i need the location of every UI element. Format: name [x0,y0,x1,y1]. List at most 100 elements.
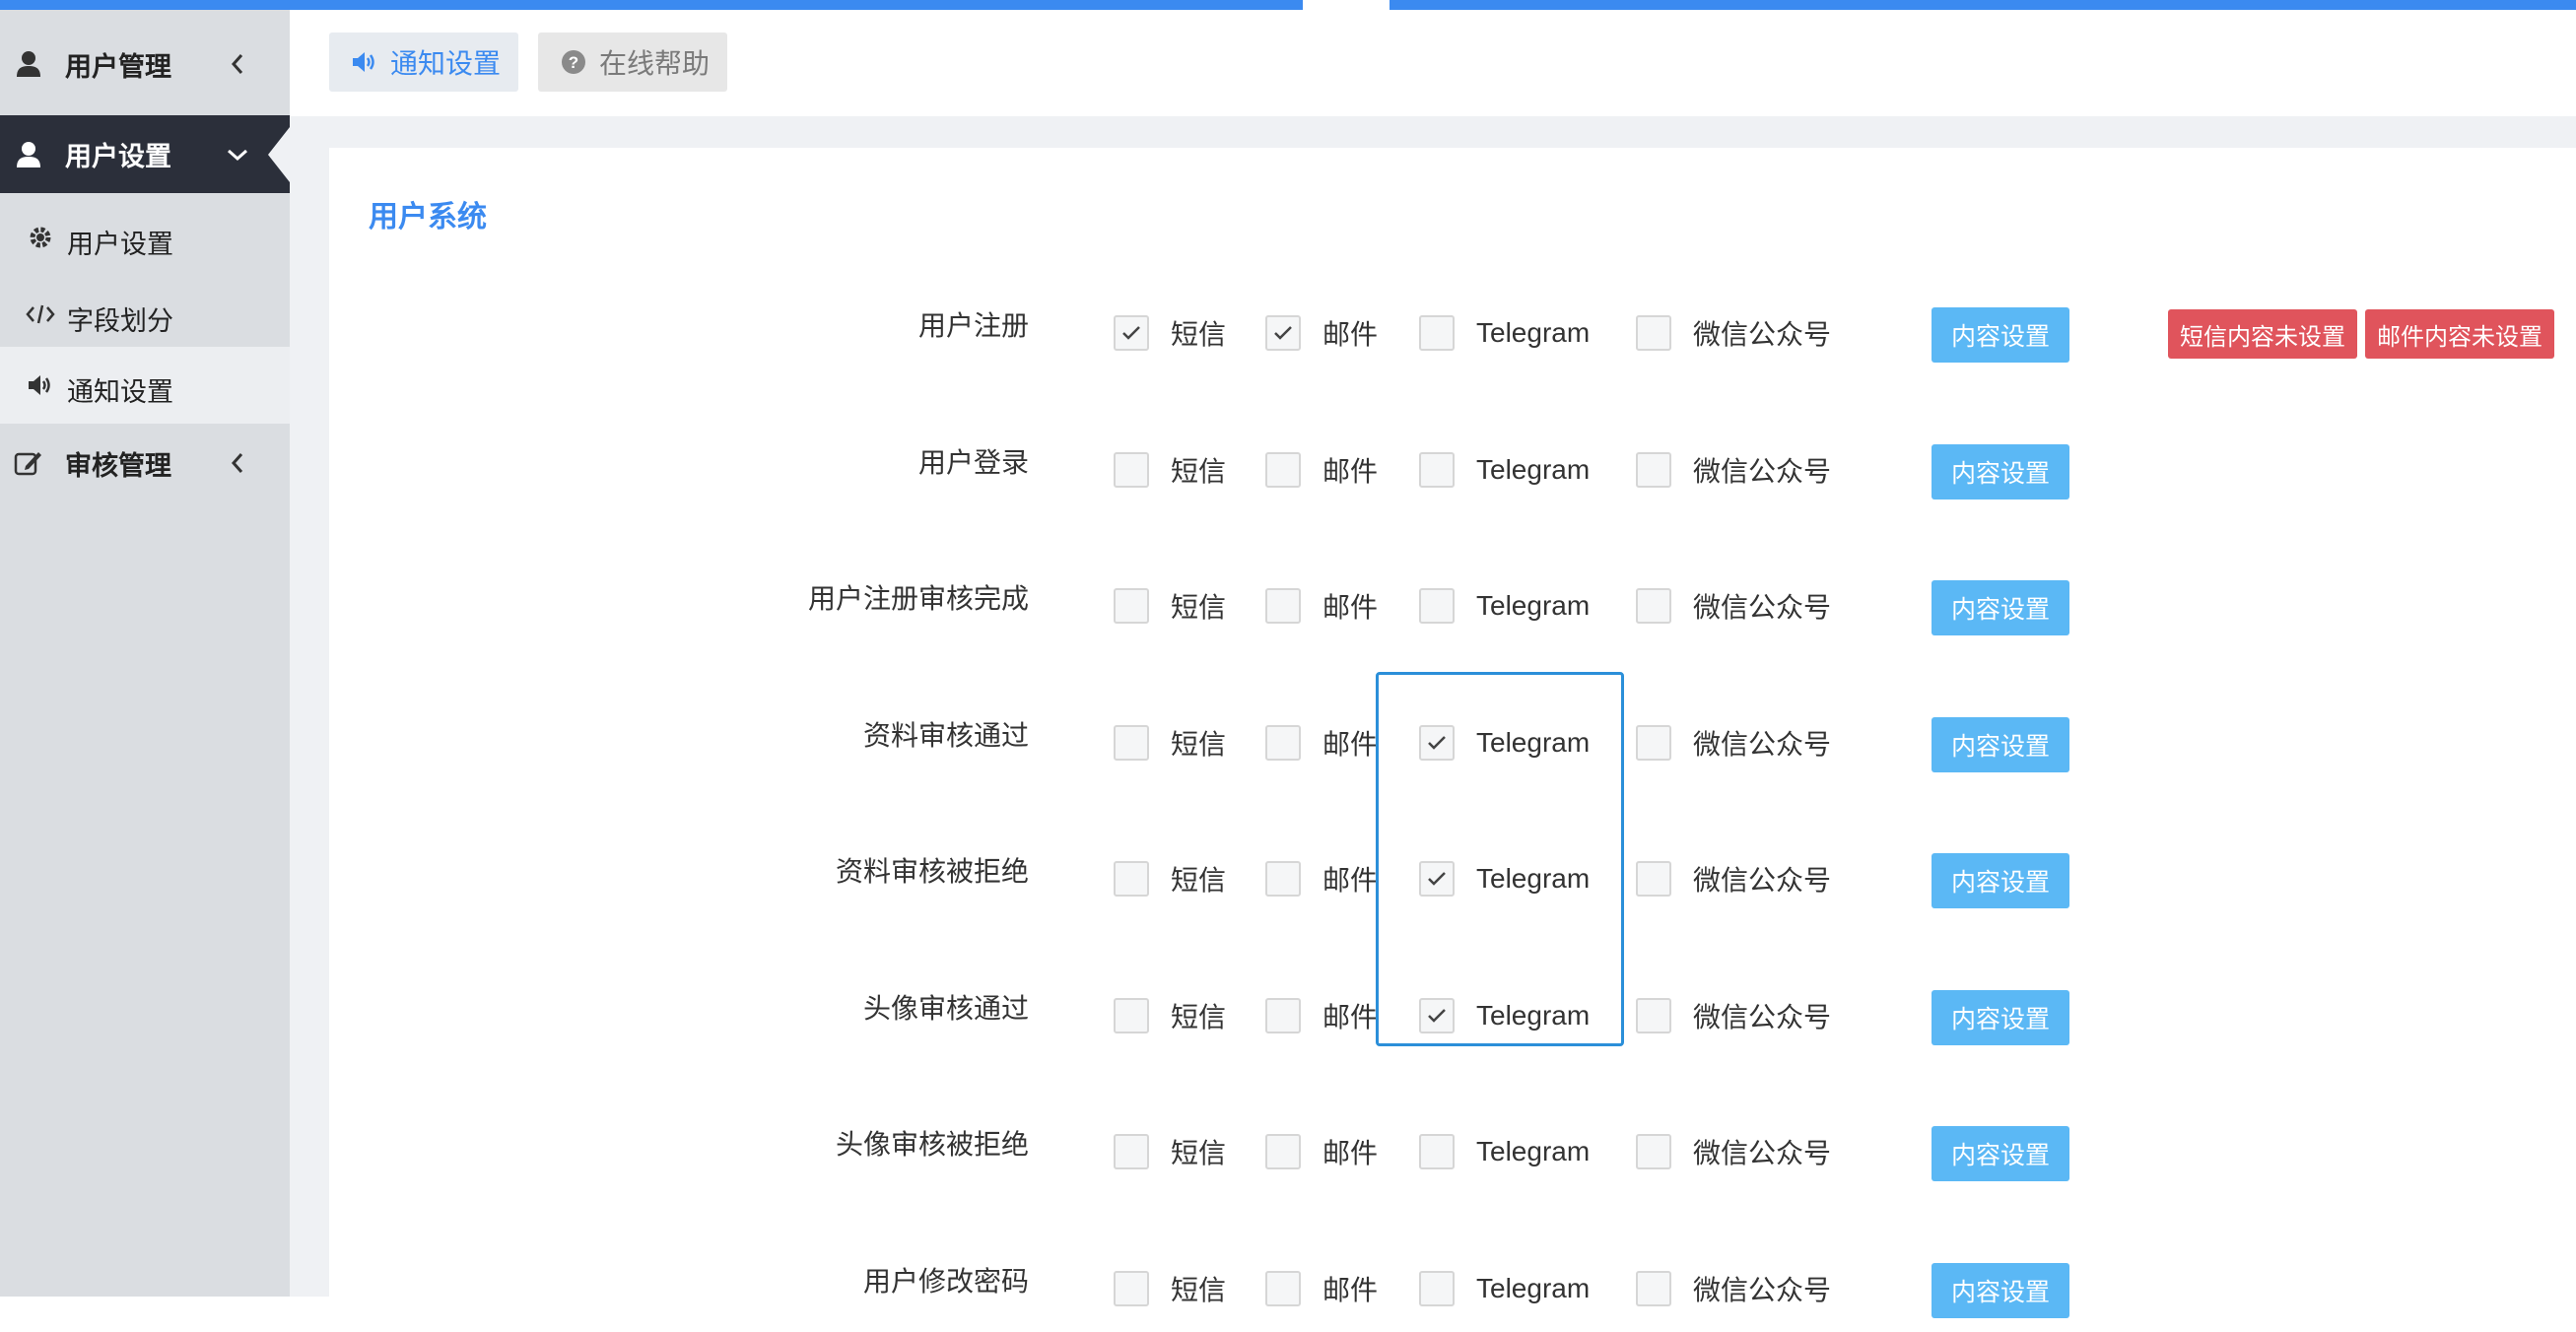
notification-row: 用户注册审核完成 短信 邮件 Telegram 微信公众号 内容设置 [329,580,2576,649]
wechat-option[interactable]: 微信公众号 [1636,313,1831,353]
telegram-label: Telegram [1476,1136,1591,1166]
sms-checkbox[interactable] [1114,588,1149,624]
sms-checkbox[interactable] [1114,861,1149,897]
mail-checkbox[interactable] [1265,724,1301,761]
sms-checkbox[interactable] [1114,1134,1149,1169]
mail-option[interactable]: 邮件 [1265,1269,1378,1308]
content-settings-button[interactable]: 内容设置 [1932,307,2069,363]
sms-checkbox[interactable] [1114,1270,1149,1306]
content-settings-button[interactable]: 内容设置 [1932,989,2069,1045]
sidebar-item-user-management[interactable]: 用户管理 [0,34,290,94]
mail-option[interactable]: 邮件 [1265,586,1378,626]
content-settings-button[interactable]: 内容设置 [1932,580,2069,635]
telegram-checkbox[interactable] [1419,1270,1455,1306]
sidebar-subitem-notification-settings[interactable]: 通知设置 [0,347,290,424]
sms-content-not-set-badge[interactable]: 短信内容未设置 [2168,309,2357,359]
content-settings-button[interactable]: 内容设置 [1932,716,2069,772]
wechat-checkbox[interactable] [1636,315,1671,351]
mail-checkbox[interactable] [1265,861,1301,897]
sms-option[interactable]: 短信 [1114,313,1226,353]
sidebar-item-user-settings[interactable]: 用户设置 [0,115,290,193]
sms-option[interactable]: 短信 [1114,450,1226,490]
event-label: 资料审核通过 [862,719,1029,751]
wechat-option[interactable]: 微信公众号 [1636,450,1831,490]
telegram-label: Telegram [1476,317,1591,348]
wechat-checkbox[interactable] [1636,588,1671,624]
mail-checkbox[interactable] [1265,588,1301,624]
tab-online-help[interactable]: ? 在线帮助 [538,33,727,92]
mail-label: 邮件 [1322,319,1379,350]
telegram-checkbox[interactable] [1419,451,1455,488]
sidebar-item-review-management[interactable]: 审核管理 [0,424,290,502]
top-toolbar: 通知设置 ? 在线帮助 [290,10,2576,116]
wechat-checkbox[interactable] [1636,1270,1671,1306]
question-circle-icon: ? [558,46,589,78]
wechat-checkbox[interactable] [1636,1134,1671,1169]
mail-label: 邮件 [1322,1274,1379,1305]
wechat-label: 微信公众号 [1693,728,1832,760]
mail-checkbox[interactable] [1265,451,1301,488]
telegram-option[interactable]: Telegram [1419,1132,1590,1171]
mail-checkbox[interactable] [1265,315,1301,351]
wechat-checkbox[interactable] [1636,861,1671,897]
sms-label: 短信 [1171,1138,1227,1168]
chevron-left-icon [223,49,252,79]
mail-option[interactable]: 邮件 [1265,1132,1378,1171]
mail-option[interactable]: 邮件 [1265,996,1378,1035]
sms-option[interactable]: 短信 [1114,1269,1226,1308]
sidebar-subitem-user-settings[interactable]: 用户设置 [0,203,290,272]
wechat-label: 微信公众号 [1693,865,1832,896]
notification-row: 头像审核被拒绝 短信 邮件 Telegram 微信公众号 内容设置 [329,1126,2576,1195]
sidebar-subitem-field-division[interactable]: 字段划分 [0,280,290,349]
mail-option[interactable]: 邮件 [1265,859,1378,899]
sidebar-subitem-label: 通知设置 [67,377,173,407]
sms-checkbox[interactable] [1114,724,1149,761]
telegram-option[interactable]: Telegram [1419,313,1590,353]
mail-content-not-set-badge[interactable]: 邮件内容未设置 [2365,309,2554,359]
telegram-option[interactable]: Telegram [1419,1269,1590,1308]
mail-option[interactable]: 邮件 [1265,450,1378,490]
notification-row: 用户登录 短信 邮件 Telegram 微信公众号 内容设置 [329,443,2576,513]
content-settings-button[interactable]: 内容设置 [1932,443,2069,500]
wechat-option[interactable]: 微信公众号 [1636,1269,1831,1308]
mail-checkbox[interactable] [1265,1134,1301,1169]
mail-checkbox[interactable] [1265,1270,1301,1306]
tab-notification-settings[interactable]: 通知设置 [329,33,518,92]
telegram-option[interactable]: Telegram [1419,586,1590,626]
content-settings-button[interactable]: 内容设置 [1932,853,2069,908]
sms-checkbox[interactable] [1114,451,1149,488]
sms-option[interactable]: 短信 [1114,996,1226,1035]
wechat-option[interactable]: 微信公众号 [1636,586,1831,626]
sms-label: 短信 [1171,455,1227,487]
event-label: 用户修改密码 [862,1265,1029,1297]
notification-row: 用户修改密码 短信 邮件 Telegram 微信公众号 内容设置 [329,1262,2576,1332]
edit-icon [14,448,43,478]
telegram-checkbox[interactable] [1419,588,1455,624]
sms-option[interactable]: 短信 [1114,723,1226,763]
mail-option[interactable]: 邮件 [1265,723,1378,763]
wechat-option[interactable]: 微信公众号 [1636,1132,1831,1171]
telegram-checkbox[interactable] [1419,315,1455,351]
wechat-checkbox[interactable] [1636,997,1671,1033]
mail-option[interactable]: 邮件 [1265,313,1378,353]
wechat-checkbox[interactable] [1636,724,1671,761]
wechat-option[interactable]: 微信公众号 [1636,859,1831,899]
chevron-left-icon [223,448,252,478]
content-settings-button[interactable]: 内容设置 [1932,1262,2069,1318]
sms-option[interactable]: 短信 [1114,586,1226,626]
telegram-option[interactable]: Telegram [1419,450,1590,490]
wechat-option[interactable]: 微信公众号 [1636,723,1831,763]
sidebar-item-label: 用户设置 [65,142,171,171]
mail-checkbox[interactable] [1265,997,1301,1033]
sidebar-item-label: 审核管理 [65,450,171,481]
content-settings-button[interactable]: 内容设置 [1932,1126,2069,1181]
telegram-checkbox[interactable] [1419,1134,1455,1169]
wechat-checkbox[interactable] [1636,451,1671,488]
speaker-icon [24,370,57,400]
sms-checkbox[interactable] [1114,997,1149,1033]
sms-label: 短信 [1171,1274,1227,1305]
sms-option[interactable]: 短信 [1114,1132,1226,1171]
sms-checkbox[interactable] [1114,315,1149,351]
wechat-option[interactable]: 微信公众号 [1636,996,1831,1035]
sms-option[interactable]: 短信 [1114,859,1226,899]
